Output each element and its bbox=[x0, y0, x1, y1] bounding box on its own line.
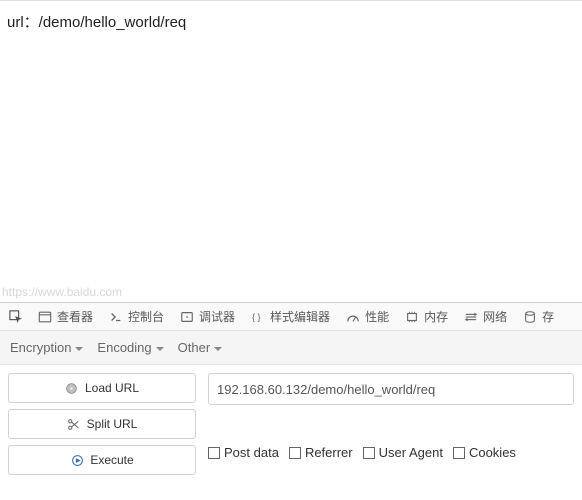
dropdown-other[interactable]: Other bbox=[178, 340, 223, 355]
button-label: Split URL bbox=[87, 417, 138, 431]
button-label: Load URL bbox=[85, 381, 139, 395]
split-url-button[interactable]: Split URL bbox=[8, 409, 196, 439]
checkbox-postdata[interactable]: Post data bbox=[208, 445, 279, 460]
tab-memory[interactable]: 内存 bbox=[397, 303, 456, 331]
checkbox-box bbox=[289, 447, 301, 459]
hackbar-body: Load URL Split URL Execute Post d bbox=[0, 365, 582, 475]
storage-icon bbox=[523, 310, 537, 324]
chevron-down-icon bbox=[214, 347, 222, 351]
checkbox-box bbox=[453, 447, 465, 459]
options-row: Post data Referrer User Agent Cookies bbox=[208, 445, 574, 460]
hackbar-buttons: Load URL Split URL Execute bbox=[8, 373, 196, 475]
tab-label: 调试器 bbox=[199, 308, 235, 325]
url-input[interactable] bbox=[208, 373, 574, 405]
tab-debugger[interactable]: 调试器 bbox=[172, 303, 243, 331]
performance-icon bbox=[346, 310, 360, 324]
devtools-tabs: 查看器 控制台 调试器 { } 样式编辑器 性能 bbox=[0, 303, 582, 331]
tab-label: 控制台 bbox=[128, 308, 164, 325]
play-icon bbox=[70, 453, 84, 467]
devtools-panel: 查看器 控制台 调试器 { } 样式编辑器 性能 bbox=[0, 302, 582, 475]
response-text: url：/demo/hello_world/req bbox=[7, 11, 577, 32]
checkbox-label: Referrer bbox=[305, 445, 353, 460]
checkbox-box bbox=[208, 447, 220, 459]
scissors-icon bbox=[67, 417, 81, 431]
tab-label: 查看器 bbox=[57, 308, 93, 325]
dropdown-encoding[interactable]: Encoding bbox=[97, 340, 163, 355]
watermark-url: https://www.baidu.com bbox=[2, 285, 122, 299]
memory-icon bbox=[405, 310, 419, 324]
dropdown-label: Other bbox=[178, 340, 211, 355]
chevron-down-icon bbox=[156, 347, 164, 351]
tab-performance[interactable]: 性能 bbox=[338, 303, 397, 331]
execute-button[interactable]: Execute bbox=[8, 445, 196, 475]
hackbar-right: Post data Referrer User Agent Cookies bbox=[208, 373, 574, 475]
svg-text:{ }: { } bbox=[252, 312, 261, 322]
button-label: Execute bbox=[90, 453, 133, 467]
debugger-icon bbox=[180, 310, 194, 324]
element-picker-icon[interactable] bbox=[6, 307, 26, 327]
checkbox-referrer[interactable]: Referrer bbox=[289, 445, 353, 460]
checkbox-useragent[interactable]: User Agent bbox=[363, 445, 443, 460]
page-body: url：/demo/hello_world/req https://www.ba… bbox=[0, 0, 582, 302]
tab-storage[interactable]: 存 bbox=[515, 303, 562, 331]
checkbox-box bbox=[363, 447, 375, 459]
tab-label: 网络 bbox=[483, 308, 507, 325]
tab-network[interactable]: 网络 bbox=[456, 303, 515, 331]
tab-inspector[interactable]: 查看器 bbox=[30, 303, 101, 331]
dropdown-label: Encryption bbox=[10, 340, 71, 355]
tab-label: 存 bbox=[542, 308, 554, 325]
dropdown-label: Encoding bbox=[97, 340, 151, 355]
checkbox-cookies[interactable]: Cookies bbox=[453, 445, 516, 460]
network-icon bbox=[464, 310, 478, 324]
checkbox-label: User Agent bbox=[379, 445, 443, 460]
disk-icon bbox=[65, 381, 79, 395]
tab-console[interactable]: 控制台 bbox=[101, 303, 172, 331]
tab-label: 样式编辑器 bbox=[270, 308, 330, 325]
load-url-button[interactable]: Load URL bbox=[8, 373, 196, 403]
hackbar-menu: Encryption Encoding Other bbox=[0, 331, 582, 365]
inspector-icon bbox=[38, 310, 52, 324]
checkbox-label: Post data bbox=[224, 445, 279, 460]
tab-label: 性能 bbox=[365, 308, 389, 325]
tab-label: 内存 bbox=[424, 308, 448, 325]
chevron-down-icon bbox=[75, 347, 83, 351]
console-icon bbox=[109, 310, 123, 324]
style-icon: { } bbox=[251, 310, 265, 324]
dropdown-encryption[interactable]: Encryption bbox=[10, 340, 83, 355]
tab-style-editor[interactable]: { } 样式编辑器 bbox=[243, 303, 338, 331]
checkbox-label: Cookies bbox=[469, 445, 516, 460]
